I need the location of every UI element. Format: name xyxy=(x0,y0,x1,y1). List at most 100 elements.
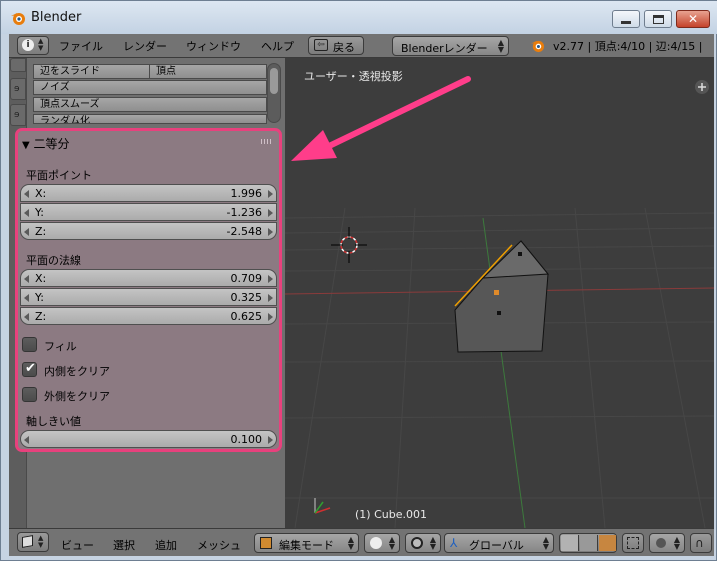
decrement-arrow-icon[interactable] xyxy=(24,190,29,198)
increment-arrow-icon[interactable] xyxy=(268,228,273,236)
smooth-vertex-button[interactable]: 頂点スムーズ xyxy=(33,97,267,112)
checkmark-icon: ✔ xyxy=(25,361,36,376)
tab-create[interactable]: ɘ xyxy=(10,78,26,100)
plane-point-x-field[interactable]: X: 1.996 xyxy=(20,184,277,202)
menu-help[interactable]: ヘルプ xyxy=(261,38,294,54)
minimize-button[interactable] xyxy=(612,10,640,28)
randomize-button[interactable]: ランダム化 xyxy=(33,114,267,124)
blender-logo-icon xyxy=(530,40,545,53)
proportional-edit-select[interactable]: ▲ ▼ xyxy=(649,533,685,553)
mesh-object[interactable] xyxy=(454,240,550,353)
select-arrows-icon: ▲ ▼ xyxy=(429,535,436,551)
panel-header[interactable]: ▼ 二等分 xyxy=(22,135,70,152)
field-value: 0.100 xyxy=(230,433,263,446)
editor-type-button[interactable]: ▲ ▼ xyxy=(17,532,49,552)
field-value: -2.548 xyxy=(226,225,262,238)
field-label: X: xyxy=(35,187,47,200)
proportional-icon xyxy=(656,538,666,548)
field-value: 0.625 xyxy=(230,310,263,323)
3d-view-header: ▲ ▼ ビュー 選択 追加 メッシュ 編集モード ▲ ▼ ▲ ▼ ▲ ▼ ⅄ グローバル… xyxy=(9,528,714,556)
limit-selection-button[interactable] xyxy=(622,533,644,553)
transform-orientation-select[interactable]: ⅄ グローバル ▲ ▼ xyxy=(444,533,554,553)
field-value: 0.709 xyxy=(230,272,263,285)
blender-window: Blender ✕ i ▲ ▼ ファイル レンダー ウィンドウ ヘルプ ⇦ 戻る … xyxy=(0,0,717,561)
back-arrow-icon: ⇦ xyxy=(314,39,328,51)
axis-threshold-label: 軸しきい値 xyxy=(26,415,81,428)
plane-point-label: 平面ポイント xyxy=(26,169,92,182)
menu-add[interactable]: 追加 xyxy=(155,537,177,553)
select-arrows-icon: ▲ ▼ xyxy=(673,535,680,551)
drag-grip-icon[interactable] xyxy=(261,139,273,144)
menu-window[interactable]: ウィンドウ xyxy=(186,38,241,54)
3d-viewport[interactable]: ユーザー・透視投影 (1) Cube.001 xyxy=(285,58,714,528)
magnet-icon: ∩ xyxy=(695,536,704,550)
tool-shelf: ɘ ɘ 辺をスライド 頂点 ノイズ 頂点スムーズ ランダム化 ▼ 二等分 平面ポ… xyxy=(9,58,285,528)
field-value: 0.325 xyxy=(230,291,263,304)
pivot-select[interactable]: ▲ ▼ xyxy=(405,533,441,553)
increment-arrow-icon[interactable] xyxy=(268,209,273,217)
region-plus-icon[interactable] xyxy=(695,80,709,94)
mode-value: 編集モード xyxy=(279,539,334,552)
increment-arrow-icon[interactable] xyxy=(268,313,273,321)
render-engine-select[interactable]: Blenderレンダー ▲ ▼ xyxy=(392,36,509,56)
chevron-down-icon: ▲ ▼ xyxy=(38,534,44,549)
axis-threshold-field[interactable]: 0.100 xyxy=(20,430,277,448)
orientation-value: グローバル xyxy=(469,539,524,552)
fill-label: フィル xyxy=(44,340,77,353)
field-label: Y: xyxy=(35,206,44,219)
mode-select[interactable]: 編集モード ▲ ▼ xyxy=(254,533,359,553)
clear-inner-checkbox[interactable]: ✔ xyxy=(22,361,37,377)
back-button[interactable]: ⇦ 戻る xyxy=(308,36,364,55)
window-title: Blender xyxy=(31,10,82,25)
solid-shading-icon xyxy=(370,537,382,549)
scrollbar-thumb[interactable] xyxy=(270,68,278,94)
maximize-button[interactable] xyxy=(644,10,672,28)
menu-mesh[interactable]: メッシュ xyxy=(197,537,241,553)
scene-stats: v2.77 | 頂点:4/10 | 辺:4/15 | xyxy=(553,40,703,53)
vertex-select-icon[interactable] xyxy=(561,535,579,551)
close-button[interactable]: ✕ xyxy=(676,10,710,28)
vertex-slide-button[interactable]: 頂点 xyxy=(149,64,267,79)
plane-point-z-field[interactable]: Z: -2.548 xyxy=(20,222,277,240)
plane-normal-x-field[interactable]: X: 0.709 xyxy=(20,269,277,287)
increment-arrow-icon[interactable] xyxy=(268,275,273,283)
tool-shelf-scrollbar[interactable] xyxy=(267,63,281,123)
snap-button[interactable]: ∩ xyxy=(690,533,712,553)
plane-normal-y-field[interactable]: Y: 0.325 xyxy=(20,288,277,306)
decrement-arrow-icon[interactable] xyxy=(24,228,29,236)
plane-point-y-field[interactable]: Y: -1.236 xyxy=(20,203,277,221)
decrement-arrow-icon[interactable] xyxy=(24,313,29,321)
increment-arrow-icon[interactable] xyxy=(268,190,273,198)
editor-type-button[interactable]: i ▲ ▼ xyxy=(17,36,49,55)
chevron-down-icon: ▲ ▼ xyxy=(38,37,44,52)
axis-gizmo xyxy=(314,498,331,514)
active-object-label: (1) Cube.001 xyxy=(355,508,427,521)
fill-checkbox[interactable] xyxy=(22,337,37,352)
close-icon: ✕ xyxy=(687,12,699,26)
increment-arrow-icon[interactable] xyxy=(268,294,273,302)
increment-arrow-icon[interactable] xyxy=(268,436,273,444)
blender-logo-icon xyxy=(11,13,25,25)
tab-icon: ɘ xyxy=(14,84,20,94)
select-arrows-icon: ▲ ▼ xyxy=(347,535,354,551)
tab-tools[interactable] xyxy=(10,58,26,72)
noise-button[interactable]: ノイズ xyxy=(33,80,267,95)
edge-select-icon[interactable] xyxy=(580,535,598,551)
decrement-arrow-icon[interactable] xyxy=(24,275,29,283)
decrement-arrow-icon[interactable] xyxy=(24,294,29,302)
plane-normal-z-field[interactable]: Z: 0.625 xyxy=(20,307,277,325)
face-select-icon[interactable] xyxy=(599,535,616,551)
menu-select[interactable]: 選択 xyxy=(113,537,135,553)
shading-select[interactable]: ▲ ▼ xyxy=(364,533,400,553)
field-value: -1.236 xyxy=(226,206,262,219)
menu-file[interactable]: ファイル xyxy=(59,38,103,54)
cube-icon xyxy=(22,535,33,548)
tab-shading[interactable]: ɘ xyxy=(10,104,26,126)
decrement-arrow-icon[interactable] xyxy=(24,436,29,444)
clear-outer-checkbox[interactable] xyxy=(22,387,37,402)
edge-slide-button[interactable]: 辺をスライド xyxy=(33,64,153,79)
decrement-arrow-icon[interactable] xyxy=(24,209,29,217)
menu-render[interactable]: レンダー xyxy=(123,38,167,54)
info-header: i ▲ ▼ ファイル レンダー ウィンドウ ヘルプ ⇦ 戻る Blenderレンダ… xyxy=(9,34,714,58)
menu-view[interactable]: ビュー xyxy=(61,537,94,553)
